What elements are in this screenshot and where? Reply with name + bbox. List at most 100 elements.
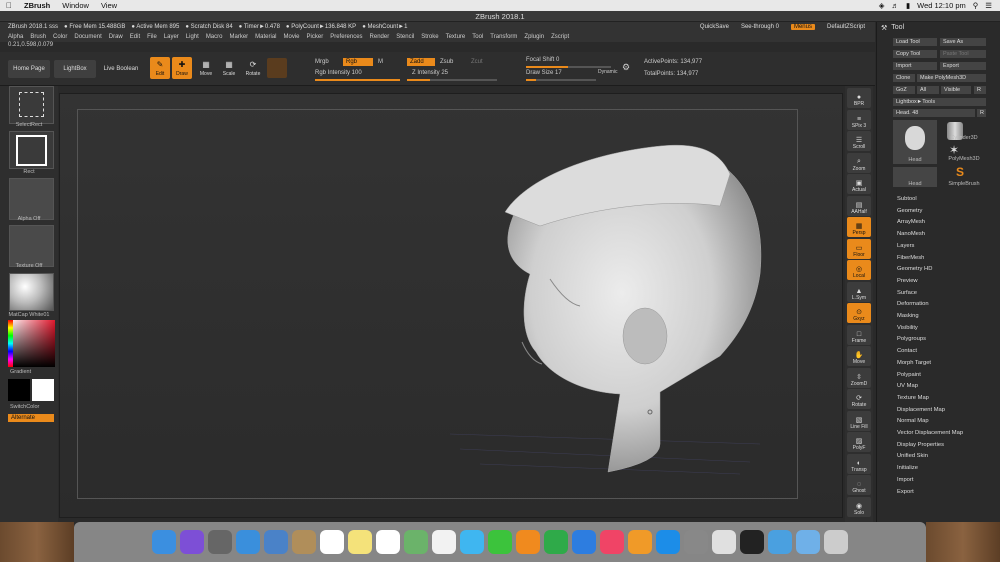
tool-subpalette-geometry[interactable]: Geometry xyxy=(897,208,922,214)
tool-subpalette-display-properties[interactable]: Display Properties xyxy=(897,442,944,448)
switch-color-button[interactable]: SwitchColor xyxy=(0,404,58,410)
matcap-button[interactable] xyxy=(9,273,54,311)
tool-subpalette-texture-map[interactable]: Texture Map xyxy=(897,395,929,401)
tool-subpalette-polypaint[interactable]: Polypaint xyxy=(897,372,921,378)
menu-color[interactable]: Color xyxy=(53,34,67,40)
rgb-toggle[interactable]: Rgb xyxy=(343,58,373,66)
trash-icon[interactable] xyxy=(824,530,848,554)
reminders-icon[interactable] xyxy=(376,530,400,554)
menu-alpha[interactable]: Alpha xyxy=(8,34,23,40)
right-strip-l-sym-button[interactable]: ▲ L.Sym xyxy=(847,281,871,302)
appstore-icon[interactable] xyxy=(656,530,680,554)
tool-subpalette-import[interactable]: Import xyxy=(897,477,913,483)
zadd-toggle[interactable]: Zadd xyxy=(407,58,435,66)
import-button[interactable]: Import xyxy=(893,62,937,70)
texture-button[interactable] xyxy=(9,225,54,267)
right-strip-move-button[interactable]: ✋ Move xyxy=(847,346,871,366)
right-strip-persp-button[interactable]: ▦ Persp xyxy=(847,217,871,237)
calendar-icon[interactable] xyxy=(320,530,344,554)
clock[interactable]: Wed 12:10 pm xyxy=(917,1,966,10)
safari-icon[interactable] xyxy=(236,530,260,554)
menu-texture[interactable]: Texture xyxy=(446,34,466,40)
wifi-icon[interactable]: ◈ xyxy=(879,1,885,10)
tool-subpalette-uv-map[interactable]: UV Map xyxy=(897,383,918,389)
ibooks-icon[interactable] xyxy=(628,530,652,554)
messages-icon[interactable] xyxy=(460,530,484,554)
color-picker[interactable] xyxy=(8,320,55,367)
export-button[interactable]: Export xyxy=(940,62,986,70)
right-strip-polyf-button[interactable]: ▨ PolyF xyxy=(847,432,871,452)
notes-icon[interactable] xyxy=(348,530,372,554)
r-button[interactable]: R xyxy=(974,86,986,94)
menu-tool[interactable]: Tool xyxy=(472,34,483,40)
search-icon[interactable]: ⚲ xyxy=(973,1,979,10)
mail-icon[interactable] xyxy=(264,530,288,554)
right-strip-zoomd-button[interactable]: ⇳ ZoomD xyxy=(847,367,871,388)
menus-toggle[interactable]: Menus xyxy=(790,24,815,30)
menu-list-icon[interactable]: ☰ xyxy=(985,1,992,10)
itunes-icon[interactable] xyxy=(600,530,624,554)
tool-subpalette-nanomesh[interactable]: NanoMesh xyxy=(897,231,925,237)
folder-icon[interactable] xyxy=(796,530,820,554)
right-strip-local-button[interactable]: ◎ Local xyxy=(847,260,871,280)
menu-macro[interactable]: Macro xyxy=(206,34,223,40)
apple-icon[interactable]:  xyxy=(0,1,18,10)
tool-subpalette-visibility[interactable]: Visibility xyxy=(897,325,918,331)
lightbox-button[interactable]: LightBox xyxy=(54,60,96,78)
live-boolean-button[interactable]: Live Boolean xyxy=(99,60,143,78)
default-zscript-button[interactable]: DefaultZScript xyxy=(827,24,865,30)
tool-subpalette-deformation[interactable]: Deformation xyxy=(897,301,929,307)
draw-size-slider[interactable]: Draw Size 17 xyxy=(526,70,562,76)
tool-subpalette-morph-target[interactable]: Morph Target xyxy=(897,360,931,366)
volume-icon[interactable]: ♬ xyxy=(891,1,899,10)
right-strip-line-fill-button[interactable]: ▧ Line Fill xyxy=(847,410,871,431)
right-strip-solo-button[interactable]: ◉ Solo xyxy=(847,496,871,517)
finder-icon[interactable] xyxy=(152,530,176,554)
right-strip-actual-button[interactable]: ▣ Actual xyxy=(847,174,871,194)
tool-subpalette-layers[interactable]: Layers xyxy=(897,243,914,249)
head-model[interactable] xyxy=(60,94,844,519)
polymesh3d-thumb[interactable]: ✶ xyxy=(949,143,959,157)
m-toggle[interactable]: M xyxy=(378,59,383,65)
tool-subpalette-contact[interactable]: Contact xyxy=(897,348,917,354)
menu-document[interactable]: Document xyxy=(74,34,101,40)
hue-strip[interactable] xyxy=(8,320,13,367)
zcut-toggle[interactable]: Zcut xyxy=(471,59,483,65)
photos-icon[interactable] xyxy=(432,530,456,554)
menu-material[interactable]: Material xyxy=(255,34,276,40)
brush-settings-icon[interactable]: ⚙ xyxy=(622,62,630,73)
mrgb-toggle[interactable]: Mrgb xyxy=(315,59,329,65)
tool-subpalette-surface[interactable]: Surface xyxy=(897,290,917,296)
menu-transform[interactable]: Transform xyxy=(490,34,517,40)
window-menu[interactable]: Window xyxy=(56,1,95,10)
right-strip-scroll-button[interactable]: ☰ Scroll xyxy=(847,131,871,151)
load-tool-button[interactable]: Load Tool xyxy=(893,38,937,46)
z-intensity-track[interactable] xyxy=(407,79,497,81)
siri-icon[interactable] xyxy=(180,530,204,554)
menu-file[interactable]: File xyxy=(147,34,157,40)
r-slider-button[interactable]: R xyxy=(977,109,986,117)
copy-tool-button[interactable]: Copy Tool xyxy=(893,50,937,58)
menu-layer[interactable]: Layer xyxy=(164,34,179,40)
view-menu[interactable]: View xyxy=(95,1,123,10)
maps-icon[interactable] xyxy=(404,530,428,554)
tool-subpalette-unified-skin[interactable]: Unified Skin xyxy=(897,453,928,459)
menu-stencil[interactable]: Stencil xyxy=(396,34,414,40)
tool-subpalette-arraymesh[interactable]: ArrayMesh xyxy=(897,219,925,225)
tool-subpalette-normal-map[interactable]: Normal Map xyxy=(897,418,929,424)
rgb-intensity-slider[interactable]: Rgb Intensity 100 xyxy=(315,70,362,76)
focal-shift-track[interactable] xyxy=(526,66,611,68)
menu-light[interactable]: Light xyxy=(186,34,199,40)
dynamic-toggle[interactable]: Dynamic xyxy=(598,69,617,75)
save-as-button[interactable]: Save As xyxy=(940,38,986,46)
right-strip-aahalf-button[interactable]: ▤ AAHalf xyxy=(847,195,871,216)
right-strip-gxyz-button[interactable]: ⊙ Gxyz xyxy=(847,303,871,323)
head-slider[interactable]: Head. 48 xyxy=(893,109,975,117)
see-through-slider[interactable]: See-through 0 xyxy=(741,24,779,30)
app-menu[interactable]: ZBrush xyxy=(18,1,56,10)
tool-palette-header[interactable]: ⚒ Tool xyxy=(877,22,1000,33)
pages-icon[interactable] xyxy=(516,530,540,554)
secondary-color-swatch[interactable] xyxy=(8,379,30,401)
facetime-icon[interactable] xyxy=(488,530,512,554)
rect-stroke-button[interactable] xyxy=(9,131,54,169)
